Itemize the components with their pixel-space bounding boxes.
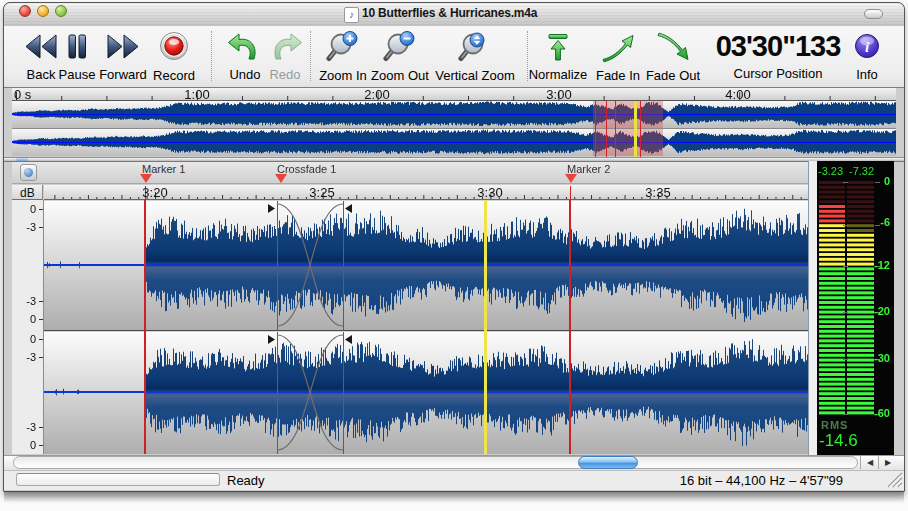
db-label: 0	[12, 333, 36, 345]
peak-left-value: -3.23	[818, 165, 843, 177]
overview-ruler-label: 0 s	[14, 87, 64, 102]
overview-ruler-label: 1:00	[172, 87, 222, 102]
marker-triangle[interactable]	[140, 174, 152, 183]
rms-value: -14.6	[819, 431, 858, 451]
minimize-button[interactable]	[37, 5, 49, 17]
normalize-button[interactable]: Normalize	[528, 32, 588, 82]
redo-icon	[267, 32, 303, 62]
meter-scale-20: -20	[860, 305, 890, 317]
zoom-button[interactable]	[55, 5, 67, 17]
document-icon: ♪	[344, 7, 359, 23]
marker-triangle[interactable]	[275, 174, 287, 183]
divider-handle[interactable]	[16, 158, 28, 161]
meter-scale-30: -30	[860, 352, 890, 364]
zoom-in-icon	[326, 31, 360, 63]
fade-in-button[interactable]: Fade In	[588, 32, 648, 83]
overview-waveform[interactable]	[12, 88, 896, 157]
overview-ruler-label: 4:00	[713, 87, 763, 102]
waveform-editor[interactable]	[44, 200, 808, 454]
overview-ruler-label: 3:00	[534, 87, 584, 102]
info-button[interactable]: i Info	[842, 32, 892, 82]
progress-field	[16, 473, 220, 486]
toolbar-separator	[310, 31, 311, 81]
status-text: Ready	[227, 473, 265, 488]
editor-ruler-label: 3:25	[297, 185, 347, 200]
marker-options-icon[interactable]	[20, 164, 37, 181]
screen: ♪ 10 Butterflies & Hurricanes.m4a Back P…	[0, 0, 908, 511]
window-title: 10 Butterflies & Hurricanes.m4a	[362, 6, 537, 20]
overview-ruler-label: 2:00	[352, 87, 402, 102]
toolbar-separator	[211, 31, 212, 81]
zoom-in-button[interactable]: Zoom In	[313, 31, 373, 83]
meter-scale-12: -12	[860, 259, 890, 271]
db-label: 0	[12, 439, 36, 451]
fade-in-icon	[601, 32, 635, 63]
record-button[interactable]: Record	[144, 31, 204, 83]
resize-grip[interactable]	[886, 471, 903, 488]
vertical-zoom-button[interactable]: Vertical Zoom	[430, 31, 520, 83]
marker-triangle[interactable]	[565, 174, 577, 183]
db-label: -3	[12, 421, 36, 433]
db-label: -3	[12, 295, 36, 307]
h-scrollbar-thumb[interactable]	[578, 456, 638, 469]
info-icon: i	[851, 32, 883, 62]
scroll-left-button[interactable]: ◀	[860, 456, 879, 469]
close-button[interactable]	[19, 5, 31, 17]
rollup-widget[interactable]	[864, 9, 883, 19]
h-scrollbar-track[interactable]	[13, 456, 858, 469]
fade-out-button[interactable]: Fade Out	[643, 32, 703, 83]
editor-right-gutter	[808, 161, 817, 455]
normalize-icon	[540, 32, 576, 62]
meter-scale-6: -6	[860, 216, 890, 228]
db-unit-label: dB	[20, 186, 35, 200]
editor-ruler-label: 3:30	[465, 185, 515, 200]
db-label: -3	[12, 221, 36, 233]
redo-button[interactable]: Redo	[255, 32, 315, 82]
cursor-position-value: 03'30"133	[700, 30, 856, 63]
editor-ruler-label: 3:20	[130, 185, 180, 200]
vertical-zoom-icon	[458, 31, 492, 63]
pause-icon	[59, 32, 95, 62]
db-label: -3	[12, 351, 36, 363]
format-text: 16 bit – 44,100 Hz – 4'57"99	[680, 473, 843, 488]
zoom-out-icon	[383, 31, 417, 63]
marker-strip	[12, 162, 810, 184]
record-icon	[158, 31, 190, 63]
zoom-out-button[interactable]: Zoom Out	[368, 31, 432, 83]
db-label: 0	[12, 203, 36, 215]
fade-out-icon	[656, 32, 690, 63]
forward-icon	[105, 32, 141, 62]
db-label: 0	[12, 313, 36, 325]
cursor-position-display: 03'30"133 Cursor Position	[700, 30, 856, 81]
rms-label: RMS	[821, 419, 848, 431]
scroll-right-button[interactable]: ▶	[878, 456, 897, 469]
db-scale-column	[12, 200, 44, 454]
meter-scale-60: -60	[860, 407, 890, 419]
editor-ruler-label: 3:35	[633, 185, 683, 200]
window-shadow	[4, 491, 904, 503]
meter-scale-0: 0	[860, 175, 890, 187]
